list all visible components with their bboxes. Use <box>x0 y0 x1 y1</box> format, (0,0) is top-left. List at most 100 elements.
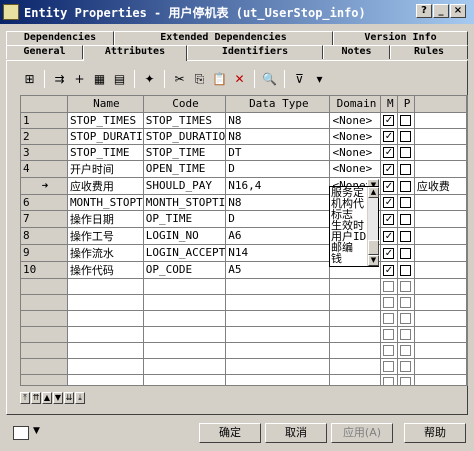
empty-row[interactable] <box>21 374 467 385</box>
checkbox-cell[interactable] <box>397 294 415 311</box>
mandatory-checkbox[interactable]: ✓ <box>383 213 395 225</box>
copy-row-icon[interactable]: ▤ <box>110 70 129 89</box>
extra-cell[interactable] <box>414 128 467 145</box>
code-cell[interactable]: OP_TIME <box>143 210 227 228</box>
extra-cell[interactable] <box>414 358 467 375</box>
menu-icon[interactable] <box>13 426 29 440</box>
empty-checkbox[interactable] <box>400 377 412 385</box>
checkbox-cell[interactable] <box>397 278 415 295</box>
filter-icon[interactable]: ⊽ <box>290 70 309 89</box>
mandatory-cell[interactable]: ✓ <box>380 144 399 161</box>
empty-checkbox[interactable] <box>383 345 395 356</box>
tab-notes[interactable]: Notes <box>323 45 390 59</box>
dropdown-option[interactable]: 标志 <box>330 209 367 220</box>
cancel-button[interactable]: 取消 <box>265 423 327 443</box>
move-bottom-button[interactable]: ⤓ <box>75 392 85 404</box>
checkbox-cell[interactable] <box>380 294 399 311</box>
checkbox-cell[interactable] <box>380 310 399 327</box>
empty-cell[interactable] <box>225 374 331 385</box>
empty-cell[interactable] <box>225 342 331 359</box>
help-window-button[interactable]: ? <box>416 4 432 18</box>
empty-cell[interactable] <box>67 310 144 327</box>
extra-cell[interactable] <box>414 294 467 311</box>
mandatory-cell[interactable]: ✓ <box>380 210 399 228</box>
data-type-cell[interactable]: N14 <box>225 244 331 262</box>
dropdown-option[interactable]: 用户ID <box>330 231 367 242</box>
mandatory-cell[interactable]: ✓ <box>380 244 399 262</box>
primary-checkbox[interactable] <box>400 180 412 192</box>
name-cell[interactable]: 操作代码 <box>67 261 144 279</box>
empty-cell[interactable] <box>225 294 331 311</box>
extra-cell[interactable] <box>414 342 467 359</box>
name-cell[interactable]: STOP_DURATI <box>67 128 144 145</box>
scroll-down-button[interactable]: ▼ <box>368 255 379 266</box>
extra-cell[interactable] <box>414 261 467 279</box>
data-type-cell[interactable]: D <box>225 160 331 178</box>
empty-cell[interactable] <box>329 326 382 343</box>
primary-cell[interactable] <box>397 128 415 145</box>
domain-cell[interactable]: <None> <box>329 160 382 178</box>
empty-cell[interactable] <box>225 310 331 327</box>
mandatory-checkbox[interactable]: ✓ <box>383 115 395 126</box>
extra-cell[interactable] <box>414 112 467 129</box>
column-header-code[interactable]: Code <box>143 96 227 113</box>
empty-row[interactable] <box>21 310 467 327</box>
data-type-cell[interactable]: N8 <box>225 112 331 129</box>
checkbox-cell[interactable] <box>397 326 415 343</box>
wizard-icon[interactable]: ✦ <box>140 70 159 89</box>
apply-button[interactable]: 应用(A) <box>331 423 393 443</box>
empty-checkbox[interactable] <box>383 313 395 324</box>
primary-checkbox[interactable] <box>400 264 412 276</box>
primary-checkbox[interactable] <box>400 230 412 242</box>
empty-checkbox[interactable] <box>383 281 395 292</box>
dropdown-option[interactable]: 邮编 <box>330 242 367 253</box>
primary-cell[interactable] <box>397 227 415 245</box>
name-cell[interactable]: STOP_TIME <box>67 144 144 161</box>
tab-dependencies[interactable]: Dependencies <box>6 31 114 45</box>
empty-cell[interactable] <box>143 342 227 359</box>
column-header-data-type[interactable]: Data Type <box>225 96 331 113</box>
empty-cell[interactable] <box>329 358 382 375</box>
column-header-name[interactable]: Name <box>67 96 144 113</box>
empty-checkbox[interactable] <box>400 361 412 372</box>
extra-cell[interactable] <box>414 278 467 295</box>
checkbox-cell[interactable] <box>380 342 399 359</box>
tab-identifiers[interactable]: Identifiers <box>187 45 323 59</box>
extra-cell[interactable] <box>414 326 467 343</box>
close-button[interactable]: × <box>450 4 466 18</box>
mandatory-cell[interactable]: ✓ <box>380 160 399 178</box>
empty-checkbox[interactable] <box>383 377 395 385</box>
code-cell[interactable]: LOGIN_NO <box>143 227 227 245</box>
checkbox-cell[interactable] <box>397 358 415 375</box>
dropdown-option[interactable]: 机构代 <box>330 198 367 209</box>
table-row[interactable]: 10 操作代码 OP_CODE A5 ✓ <box>21 261 467 279</box>
empty-row[interactable] <box>21 278 467 295</box>
name-cell[interactable]: STOP_TIMES <box>67 112 144 129</box>
domain-dropdown-list[interactable]: 服务定 机构代 标志 生效时 用户ID 邮编钱 ▲ ▼ <box>329 186 379 267</box>
data-type-cell[interactable]: N8 <box>225 128 331 145</box>
add-columns-icon[interactable]: ▦ <box>90 70 109 89</box>
column-header-domain[interactable]: Domain <box>329 96 382 113</box>
name-cell[interactable]: 开户时间 <box>67 160 144 178</box>
empty-cell[interactable] <box>67 374 144 385</box>
data-type-cell[interactable]: D <box>225 210 331 228</box>
extra-cell[interactable] <box>414 374 467 385</box>
checkbox-cell[interactable] <box>397 374 415 385</box>
primary-cell[interactable] <box>397 244 415 262</box>
move-top-button[interactable]: ⤒ <box>20 392 30 404</box>
empty-checkbox[interactable] <box>400 281 412 292</box>
extra-cell[interactable] <box>414 194 467 211</box>
empty-cell[interactable] <box>67 294 144 311</box>
primary-checkbox[interactable] <box>400 163 412 175</box>
empty-row[interactable] <box>21 342 467 359</box>
primary-checkbox[interactable] <box>400 147 412 158</box>
code-cell[interactable]: OP_CODE <box>143 261 227 279</box>
mandatory-cell[interactable]: ✓ <box>380 128 399 145</box>
name-cell[interactable]: 操作日期 <box>67 210 144 228</box>
delete-icon[interactable]: ✕ <box>230 70 249 89</box>
table-row[interactable]: 1 STOP_TIMES STOP_TIMES N8 <None> ✓ <box>21 112 467 129</box>
empty-cell[interactable] <box>143 326 227 343</box>
code-cell[interactable]: STOP_TIMES <box>143 112 227 129</box>
find-icon[interactable]: 🔍 <box>260 70 279 89</box>
empty-cell[interactable] <box>143 358 227 375</box>
